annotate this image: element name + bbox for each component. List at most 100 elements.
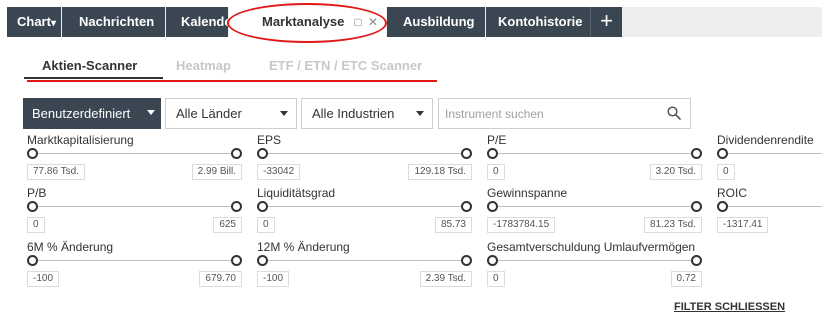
slider-max-handle[interactable] xyxy=(461,255,472,266)
filter-gesamtverschuldung: Gesamtverschuldung Umlaufvermögen 0 0.72 xyxy=(487,240,707,292)
slider-max-handle[interactable] xyxy=(691,255,702,266)
search-input[interactable] xyxy=(439,99,659,128)
annotation-underline xyxy=(27,80,437,82)
slider-min-handle[interactable] xyxy=(27,148,38,159)
subtab-aktien-scanner[interactable]: Aktien-Scanner xyxy=(42,58,137,73)
slider-min-handle[interactable] xyxy=(257,148,268,159)
filter-label: P/E xyxy=(487,133,507,147)
slider-max-handle[interactable] xyxy=(231,255,242,266)
filter-max-value[interactable]: 2.99 Bill. xyxy=(191,164,242,180)
filter-min-value[interactable]: -100 xyxy=(257,271,290,287)
slider-track xyxy=(262,153,467,154)
filter-min-value[interactable]: 0 xyxy=(487,271,505,287)
filter-label: P/B xyxy=(27,186,47,200)
slider-min-handle[interactable] xyxy=(487,255,498,266)
filter-label: 12M % Änderung xyxy=(257,240,350,254)
filter-min-value[interactable]: 0 xyxy=(717,164,735,180)
tab-ausbildung[interactable]: Ausbildung xyxy=(387,7,485,37)
filter-max-value[interactable]: 3.20 Tsd. xyxy=(649,164,702,180)
slider-min-handle[interactable] xyxy=(27,255,38,266)
slider-track xyxy=(722,206,822,207)
slider-min-handle[interactable] xyxy=(27,201,38,212)
add-tab-button[interactable]: + xyxy=(590,7,622,37)
subtab-heatmap[interactable]: Heatmap xyxy=(176,58,231,73)
tab-kontohistorie-label: Kontohistorie xyxy=(498,14,583,29)
filter-label: Gewinnspanne xyxy=(487,186,568,200)
industries-dropdown[interactable]: Alle Industrien xyxy=(301,98,433,129)
tab-kalender[interactable]: Kalender xyxy=(166,7,228,37)
filter-label: Gesamtverschuldung Umlaufvermögen xyxy=(487,240,696,254)
tab-nachrichten-label: Nachrichten xyxy=(79,14,155,29)
slider-min-handle[interactable] xyxy=(487,201,498,212)
plus-icon: + xyxy=(600,8,613,33)
tab-nachrichten[interactable]: Nachrichten xyxy=(62,7,165,37)
caret-down-icon xyxy=(416,111,424,116)
filter-min-value[interactable]: 77.86 Tsd. xyxy=(27,164,85,180)
filter-eps: EPS -33042 129.18 Tsd. xyxy=(257,133,477,185)
slider-min-handle[interactable] xyxy=(717,201,728,212)
caret-down-icon xyxy=(280,111,288,116)
filter-min-value[interactable]: 0 xyxy=(27,217,45,233)
search-icon[interactable] xyxy=(667,106,681,120)
slider-max-handle[interactable] xyxy=(231,201,242,212)
filter-pe: P/E 0 3.20 Tsd. xyxy=(487,133,707,185)
filter-min-value[interactable]: 0 xyxy=(487,164,505,180)
tab-bar: Chart▾ Nachrichten Kalender Marktanalyse… xyxy=(0,0,822,37)
slider-max-handle[interactable] xyxy=(691,148,702,159)
filter-label: 6M % Änderung xyxy=(27,240,114,254)
tab-kalender-label: Kalender xyxy=(181,14,228,29)
filter-min-value[interactable]: 0 xyxy=(257,217,275,233)
preset-dropdown-label: Benutzerdefiniert xyxy=(32,106,131,121)
filter-max-value[interactable]: 81.23 Tsd. xyxy=(644,217,702,233)
tab-ausbildung-label: Ausbildung xyxy=(403,14,475,29)
filter-label: ROIC xyxy=(717,186,747,200)
caret-down-icon xyxy=(147,110,155,115)
filter-max-value[interactable]: 2.39 Tsd. xyxy=(419,271,472,287)
filter-min-value[interactable]: -100 xyxy=(27,271,60,287)
slider-min-handle[interactable] xyxy=(257,255,268,266)
slider-track xyxy=(262,260,467,261)
filter-label: EPS xyxy=(257,133,282,147)
filter-liquiditaetsgrad: Liquiditätsgrad 0 85.73 xyxy=(257,186,477,238)
filter-max-value[interactable]: 0.72 xyxy=(670,271,702,287)
filter-max-value[interactable]: 679.70 xyxy=(199,271,242,287)
close-filter-link[interactable]: FILTER SCHLIESSEN xyxy=(674,301,785,313)
tab-kontohistorie[interactable]: Kontohistorie xyxy=(486,7,590,37)
tab-chart[interactable]: Chart▾ xyxy=(7,7,61,37)
filter-6m-aenderung: 6M % Änderung -100 679.70 xyxy=(27,240,247,292)
slider-max-handle[interactable] xyxy=(461,201,472,212)
slider-min-handle[interactable] xyxy=(257,201,268,212)
instrument-search xyxy=(438,98,691,129)
filter-max-value[interactable]: 85.73 xyxy=(434,217,472,233)
slider-max-handle[interactable] xyxy=(691,201,702,212)
slider-max-handle[interactable] xyxy=(231,148,242,159)
tab-chart-label: Chart xyxy=(17,14,51,29)
slider-track xyxy=(492,153,697,154)
annotation-ellipse xyxy=(227,3,387,43)
filter-label: Dividendenrendite xyxy=(717,133,814,147)
active-subtab-indicator xyxy=(24,77,163,79)
slider-min-handle[interactable] xyxy=(717,148,728,159)
filter-gewinnspanne: Gewinnspanne -1783784.15 81.23 Tsd. xyxy=(487,186,707,238)
filter-roic: ROIC -1317.41 xyxy=(717,186,822,238)
slider-track xyxy=(722,153,822,154)
filter-min-value[interactable]: -1317.41 xyxy=(717,217,769,233)
filter-min-value[interactable]: -1783784.15 xyxy=(487,217,556,233)
slider-max-handle[interactable] xyxy=(461,148,472,159)
filter-12m-aenderung: 12M % Änderung -100 2.39 Tsd. xyxy=(257,240,477,292)
filter-min-value[interactable]: -33042 xyxy=(257,164,301,180)
chevron-down-icon: ▾ xyxy=(50,18,56,29)
countries-dropdown[interactable]: Alle Länder xyxy=(165,98,297,129)
slider-min-handle[interactable] xyxy=(487,148,498,159)
preset-dropdown[interactable]: Benutzerdefiniert xyxy=(23,98,161,129)
subtab-etf-scanner[interactable]: ETF / ETN / ETC Scanner xyxy=(269,58,422,73)
filter-label: Liquiditätsgrad xyxy=(257,186,336,200)
slider-track xyxy=(492,260,697,261)
countries-dropdown-label: Alle Länder xyxy=(176,106,242,121)
filter-max-value[interactable]: 625 xyxy=(213,217,242,233)
filter-marktkapitalisierung: Marktkapitalisierung 77.86 Tsd. 2.99 Bil… xyxy=(27,133,247,185)
filter-label: Marktkapitalisierung xyxy=(27,133,134,147)
industries-dropdown-label: Alle Industrien xyxy=(312,106,395,121)
slider-track xyxy=(262,206,467,207)
filter-max-value[interactable]: 129.18 Tsd. xyxy=(408,164,472,180)
